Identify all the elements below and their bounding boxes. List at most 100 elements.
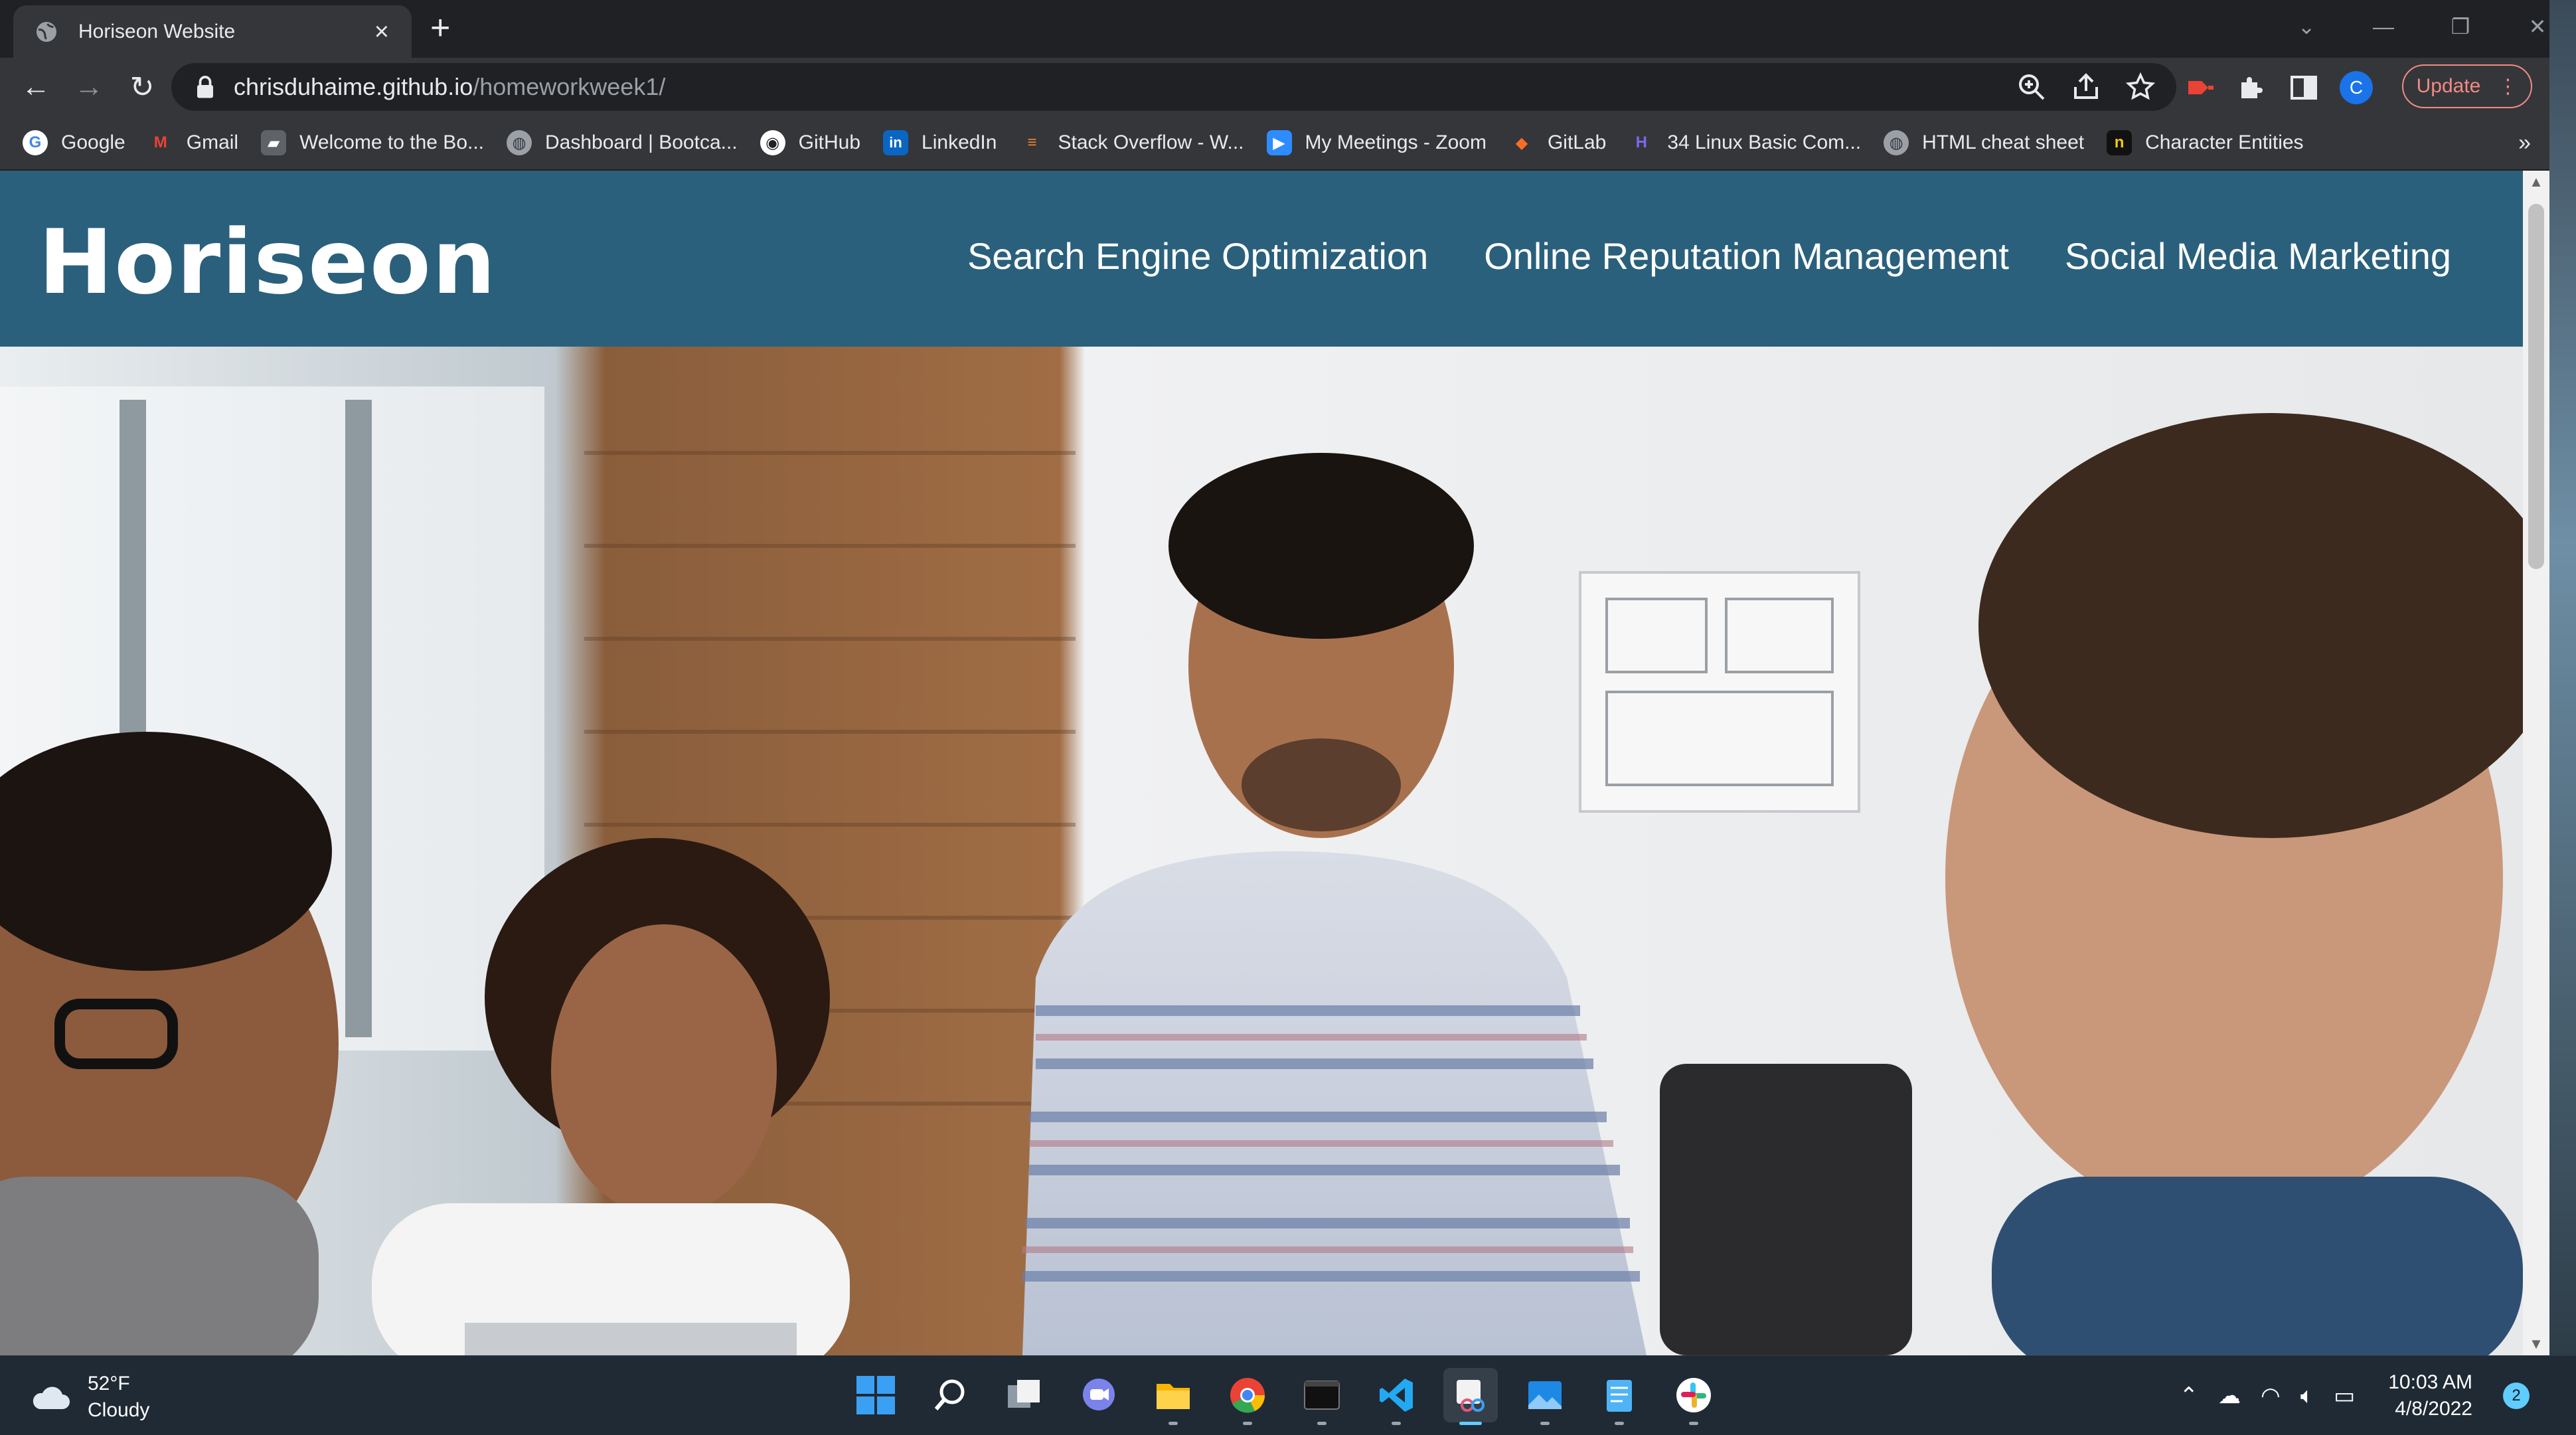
browser-toolbar: ← → ↻ chrisduhaime.github.io/homeworkwee…	[0, 58, 2576, 116]
wifi-icon[interactable]: ◠	[2261, 1383, 2281, 1409]
taskbar-chrome[interactable]	[1220, 1368, 1275, 1425]
zoom-icon[interactable]	[2016, 71, 2048, 103]
linkedin-icon: in	[883, 130, 909, 155]
taskbar-terminal[interactable]	[1295, 1368, 1349, 1425]
web-page: Horiseon Search Engine Optimization Onli…	[0, 171, 2523, 1355]
terminal-icon	[1304, 1381, 1340, 1410]
cloud-icon	[33, 1387, 70, 1409]
puzzle-icon[interactable]	[2236, 72, 2268, 104]
close-tab-icon[interactable]: ×	[374, 19, 389, 44]
bookmark-gmail[interactable]: M Gmail	[148, 130, 238, 155]
scroll-up-icon[interactable]: ▲	[2523, 173, 2549, 191]
bookmark-character-entities[interactable]: n Character Entities	[2107, 130, 2304, 155]
more-bookmarks-button[interactable]: »	[2518, 130, 2531, 156]
bookmark-zoom[interactable]: ▶ My Meetings - Zoom	[1266, 130, 1487, 155]
task-view-icon	[1008, 1380, 1040, 1408]
scroll-thumb[interactable]	[2528, 204, 2544, 569]
browser-tab[interactable]: Horiseon Website ×	[13, 5, 412, 58]
chrome-icon	[1230, 1378, 1265, 1413]
address-bar[interactable]: chrisduhaime.github.io/homeworkweek1/	[171, 63, 2176, 111]
clock[interactable]: 10:03 AM 4/8/2022	[2388, 1369, 2472, 1422]
lock-icon[interactable]	[195, 75, 215, 99]
globe-icon: ◍	[1884, 130, 1909, 155]
bookmark-linux[interactable]: H 34 Linux Basic Com...	[1629, 130, 1861, 155]
taskbar-snipping-tool[interactable]	[1443, 1368, 1498, 1425]
nav-link-seo[interactable]: Search Engine Optimization	[967, 234, 1428, 278]
battery-icon[interactable]: ▭	[2334, 1383, 2355, 1409]
globe-icon: ◍	[507, 130, 532, 155]
bookmark-stackoverflow[interactable]: ≡ Stack Overflow - W...	[1019, 130, 1244, 155]
site-nav: Search Engine Optimization Online Reputa…	[967, 234, 2451, 278]
google-icon: G	[23, 130, 48, 155]
scroll-down-icon[interactable]: ▼	[2523, 1335, 2549, 1353]
tab-strip: Horiseon Website × + ⌄ — ❐ ✕	[0, 0, 2576, 58]
url-path: /homeworkweek1/	[473, 73, 666, 100]
more-menu-icon[interactable]: ⋮	[2498, 75, 2518, 98]
page-scrollbar[interactable]: ▲ ▼	[2523, 171, 2549, 1355]
entities-icon: n	[2107, 130, 2133, 155]
bookmark-star-icon[interactable]	[2125, 71, 2156, 103]
hero-photo	[0, 347, 2523, 1355]
clock-date: 4/8/2022	[2395, 1398, 2472, 1420]
taskbar-slack[interactable]	[1666, 1368, 1721, 1425]
bookmarks-bar: G Google M Gmail ▰ Welcome to the Bo... …	[0, 116, 2549, 171]
snipping-tool-icon	[1457, 1380, 1485, 1412]
zoom-icon: ▶	[1266, 130, 1292, 155]
restore-icon[interactable]: ❐	[2422, 14, 2499, 39]
taskbar-teams-chat[interactable]	[1072, 1368, 1126, 1422]
new-tab-button[interactable]: +	[430, 9, 450, 46]
weather-widget[interactable]: 52°F Cloudy	[31, 1371, 149, 1424]
update-button[interactable]: Update ⋮	[2402, 64, 2532, 108]
nav-link-social-media[interactable]: Social Media Marketing	[2065, 234, 2451, 278]
bookmark-html-cheat-sheet[interactable]: ◍ HTML cheat sheet	[1884, 130, 2084, 155]
bookmark-linkedin[interactable]: in LinkedIn	[883, 130, 997, 155]
hero-image	[0, 347, 2523, 1355]
taskbar-notepad[interactable]	[1592, 1368, 1647, 1425]
system-tray: ⌃ ☁ ◠ 🔈︎ ▭ 10:03 AM 4/8/2022 2	[2180, 1369, 2530, 1422]
chevron-up-icon[interactable]: ⌃	[2180, 1383, 2199, 1409]
window-controls: ⌄ — ❐ ✕	[2268, 0, 2576, 53]
share-icon[interactable]	[2070, 71, 2102, 103]
notification-badge[interactable]: 2	[2503, 1383, 2530, 1409]
tab-search-icon[interactable]: ⌄	[2268, 14, 2345, 39]
taskbar-search[interactable]	[923, 1368, 977, 1422]
back-button[interactable]: ←	[9, 70, 62, 104]
side-panel-icon[interactable]	[2288, 72, 2320, 104]
windows-icon	[856, 1376, 895, 1414]
clock-time: 10:03 AM	[2388, 1371, 2472, 1393]
taskbar-file-explorer[interactable]	[1146, 1368, 1200, 1425]
bookmark-google[interactable]: G Google	[23, 130, 125, 155]
onedrive-cloud-icon[interactable]: ☁	[2218, 1383, 2241, 1409]
github-icon: ◉	[760, 130, 785, 155]
site-header: Horiseon Search Engine Optimization Onli…	[0, 171, 2523, 347]
forward-button[interactable]: →	[62, 70, 116, 104]
nav-link-reputation[interactable]: Online Reputation Management	[1484, 234, 2009, 278]
globe-icon	[37, 21, 56, 42]
bookmark-bootcamp[interactable]: ▰ Welcome to the Bo...	[261, 130, 484, 155]
notepad-icon	[1607, 1380, 1632, 1412]
start-button[interactable]	[848, 1368, 903, 1422]
task-view[interactable]	[997, 1368, 1052, 1422]
stackoverflow-icon: ≡	[1027, 133, 1037, 151]
bookmark-gitlab[interactable]: ◆ GitLab	[1509, 130, 1607, 155]
gitlab-icon: ◆	[1515, 133, 1528, 152]
reload-button[interactable]: ↻	[116, 70, 169, 104]
url-host: chrisduhaime.github.io	[234, 73, 473, 100]
search-icon	[934, 1379, 965, 1410]
folder-icon	[1157, 1384, 1190, 1409]
linux-icon: H	[1635, 133, 1647, 151]
taskbar-photos[interactable]	[1518, 1368, 1572, 1425]
desktop-background	[2549, 0, 2576, 1355]
bookmark-github[interactable]: ◉ GitHub	[760, 130, 860, 155]
slack-icon	[1676, 1378, 1711, 1412]
minimize-icon[interactable]: —	[2345, 15, 2422, 39]
bookmark-dashboard[interactable]: ◍ Dashboard | Bootca...	[507, 130, 738, 155]
taskbar: 52°F Cloudy ⌃ ☁ ◠ 🔈︎ ▭ 10:03 AM 4/8/2022…	[0, 1355, 2576, 1435]
photos-icon	[1528, 1381, 1562, 1409]
volume-icon[interactable]: 🔈︎	[2300, 1383, 2314, 1409]
taskbar-vscode[interactable]	[1369, 1368, 1423, 1425]
extension-icon[interactable]	[2184, 72, 2216, 104]
profile-avatar[interactable]: C	[2340, 71, 2373, 104]
site-logo[interactable]: Horiseon	[39, 211, 497, 314]
vscode-icon	[1380, 1379, 1413, 1412]
